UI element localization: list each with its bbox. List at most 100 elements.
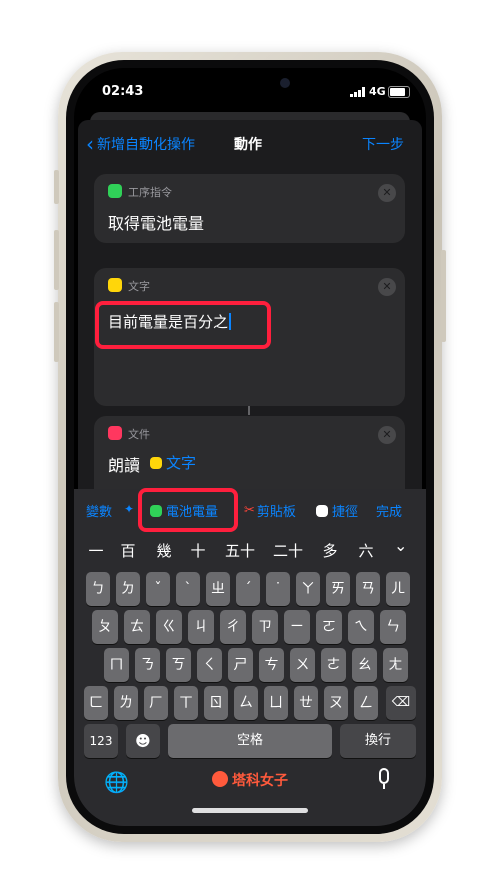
speaker-icon (108, 426, 122, 440)
key[interactable]: ㄅ (86, 572, 110, 606)
speak-verb: 朗讀 (108, 456, 141, 475)
key[interactable]: ㄘ (259, 648, 284, 682)
back-button-label: 新增自動化操作 (97, 137, 195, 153)
return-key[interactable]: 換行 (340, 724, 416, 758)
volume-down-button (54, 302, 59, 362)
watermark-logo-icon (212, 771, 228, 787)
key[interactable]: ˊ (236, 572, 260, 606)
key[interactable]: ㄇ (104, 648, 129, 682)
connector-line (248, 406, 250, 415)
candidate-word[interactable]: 十 (186, 540, 210, 561)
key[interactable]: ㄝ (294, 686, 318, 720)
key[interactable]: ㄏ (144, 686, 168, 720)
key[interactable]: ㄟ (348, 610, 374, 644)
candidate-word[interactable]: 幾 (152, 540, 176, 561)
key[interactable]: ㄖ (204, 686, 228, 720)
card-category-label: 工序指令 (128, 186, 172, 199)
chevron-left-icon: ‹ (86, 132, 94, 156)
key[interactable]: ㄦ (386, 572, 410, 606)
candidate-word[interactable]: 六 (354, 540, 378, 561)
remove-action-button[interactable]: ✕ (378, 278, 396, 296)
key[interactable]: ㄊ (124, 610, 150, 644)
card-action-title: 取得電池電量 (108, 214, 205, 233)
space-key[interactable]: 空格 (168, 724, 332, 758)
key[interactable]: ㄒ (174, 686, 198, 720)
shortcut-input-variable[interactable]: 捷徑 (316, 501, 358, 520)
key[interactable]: ㄚ (296, 572, 320, 606)
key[interactable]: ㄍ (156, 610, 182, 644)
magic-wand-icon[interactable]: ✦ (124, 502, 134, 516)
key[interactable]: ㄠ (352, 648, 377, 682)
key[interactable]: ㄑ (197, 648, 222, 682)
key[interactable]: ㄡ (324, 686, 348, 720)
key[interactable]: ㄛ (316, 610, 342, 644)
highlight-box-text (95, 301, 271, 349)
volume-up-button (54, 230, 59, 290)
next-button[interactable]: 下一步 (362, 134, 404, 154)
key[interactable]: ㄨ (290, 648, 315, 682)
page-title: 動作 (234, 137, 262, 153)
key[interactable]: ㄉ (116, 572, 140, 606)
shortcuts-icon (316, 504, 328, 517)
candidate-word[interactable]: 五十 (220, 540, 260, 561)
key[interactable]: ㄣ (380, 610, 406, 644)
key[interactable]: ㄥ (354, 686, 378, 720)
globe-icon[interactable]: 🌐 (104, 770, 129, 794)
numbers-key[interactable]: 123 (84, 724, 118, 758)
card-category-label: 文件 (128, 428, 150, 441)
done-button[interactable]: 完成 (376, 501, 402, 520)
screen: 02:43 4G ‹ 新增自動化操作 動作 下一步 工序指令 ✕ 取得電池電量 … (74, 68, 426, 826)
key[interactable]: ㄢ (356, 572, 380, 606)
key[interactable]: ㄙ (234, 686, 258, 720)
key[interactable]: ㄜ (321, 648, 346, 682)
candidate-word[interactable]: 多 (318, 540, 342, 561)
clipboard-variable[interactable]: ✂ 剪貼板 (244, 501, 296, 520)
key[interactable]: ㄈ (84, 686, 108, 720)
signal-icon (350, 87, 366, 97)
key[interactable]: ㄗ (252, 610, 278, 644)
battery-action-icon (108, 184, 122, 198)
front-camera (280, 78, 290, 88)
microphone-icon[interactable] (379, 768, 389, 784)
key[interactable]: ㄋ (135, 648, 160, 682)
candidate-word[interactable]: 一 (84, 540, 108, 561)
watermark-text: 塔科女子 (232, 773, 288, 789)
delete-key[interactable]: ⌫ (386, 686, 416, 720)
back-button[interactable]: ‹ 新增自動化操作 (86, 134, 195, 154)
scissors-icon: ✂ (244, 503, 255, 518)
candidate-word[interactable]: 二十 (268, 540, 308, 561)
key[interactable]: ㄐ (188, 610, 214, 644)
variables-button[interactable]: 變數 (86, 501, 112, 520)
home-indicator[interactable] (192, 808, 308, 813)
candidate-word[interactable]: 百 (116, 540, 140, 561)
key[interactable]: ㄎ (166, 648, 191, 682)
key[interactable]: ˙ (266, 572, 290, 606)
key[interactable]: ㄔ (220, 610, 246, 644)
key[interactable]: ˋ (176, 572, 200, 606)
key[interactable]: ㄩ (264, 686, 288, 720)
key[interactable]: ㄕ (228, 648, 253, 682)
status-time: 02:43 (102, 84, 144, 99)
microphone-stand (383, 784, 385, 789)
emoji-icon: ☻ (135, 732, 151, 750)
card-category-label: 文字 (128, 280, 150, 293)
chevron-down-icon[interactable]: ⌄ (394, 536, 407, 555)
key[interactable]: ㄞ (326, 572, 350, 606)
text-action-icon (108, 278, 122, 292)
backspace-icon: ⌫ (391, 695, 411, 710)
battery-icon (388, 86, 410, 98)
key[interactable]: ㄓ (206, 572, 230, 606)
key[interactable]: ㄌ (114, 686, 138, 720)
power-button (441, 250, 446, 342)
key[interactable]: ㄤ (383, 648, 408, 682)
text-variable-token[interactable]: 文字 (150, 452, 196, 473)
key[interactable]: ˇ (146, 572, 170, 606)
remove-action-button[interactable]: ✕ (378, 426, 396, 444)
network-label: 4G (369, 85, 386, 98)
text-token-icon (150, 456, 162, 469)
key[interactable]: ㄧ (284, 610, 310, 644)
key[interactable]: ㄆ (92, 610, 118, 644)
emoji-key[interactable]: ☻ (126, 724, 160, 758)
remove-action-button[interactable]: ✕ (378, 184, 396, 202)
text-token-label: 文字 (166, 454, 197, 472)
